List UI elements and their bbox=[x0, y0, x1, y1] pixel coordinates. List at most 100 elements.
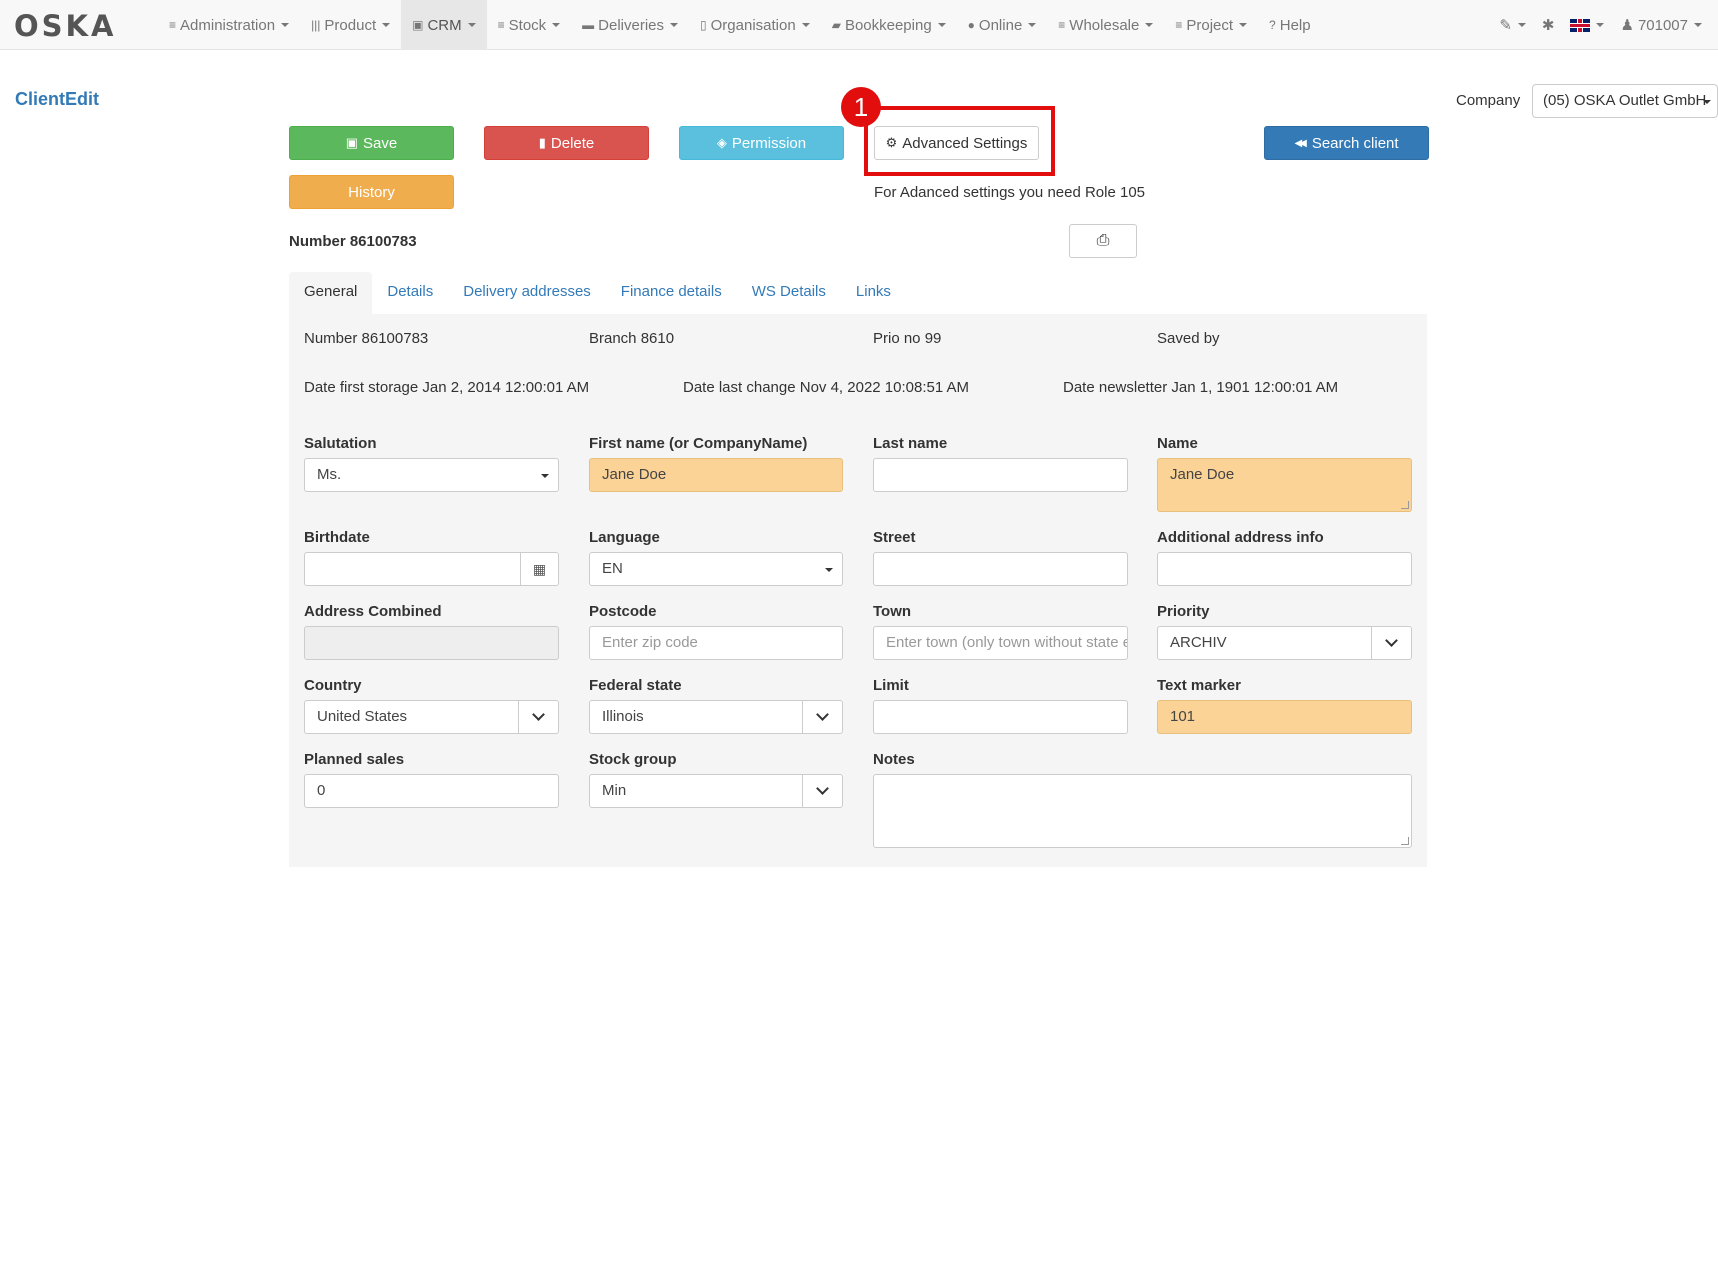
birthdate-input[interactable]: ▦ bbox=[304, 552, 559, 586]
planned-sales-value: 0 bbox=[317, 782, 326, 799]
menu-organisation[interactable]: ▯ Organisation bbox=[689, 0, 821, 50]
search-client-button[interactable]: ◀◀ Search client bbox=[1264, 126, 1429, 160]
menu-list-icon: ≡ bbox=[1058, 18, 1066, 32]
name-textarea[interactable]: Jane Doe bbox=[1157, 458, 1412, 512]
country-label: Country bbox=[304, 677, 362, 694]
menu-stock[interactable]: ≡ Stock bbox=[487, 0, 572, 50]
stock-group-select[interactable]: Min bbox=[589, 774, 843, 808]
address-combined-input bbox=[304, 626, 559, 660]
bug-icon: ✱ bbox=[1541, 17, 1555, 34]
first-name-label: First name (or CompanyName) bbox=[589, 435, 808, 452]
menu-label: Project bbox=[1186, 16, 1234, 34]
street-input[interactable] bbox=[873, 552, 1128, 586]
caret-down-icon bbox=[1694, 23, 1702, 27]
town-input[interactable]: Enter town (only town without state e bbox=[873, 626, 1128, 660]
name-label: Name bbox=[1157, 435, 1198, 452]
address-combined-label: Address Combined bbox=[304, 603, 442, 620]
permission-button[interactable]: ◈ Permission bbox=[679, 126, 844, 160]
menu-label: Wholesale bbox=[1069, 16, 1140, 34]
menu-label: Product bbox=[324, 16, 377, 34]
tools-menu[interactable]: ✎ bbox=[1491, 0, 1534, 50]
last-name-label: Last name bbox=[873, 435, 948, 452]
caret-down-icon bbox=[1596, 23, 1605, 27]
barcode-icon: ||| bbox=[311, 18, 321, 32]
floppy-icon: ▣ bbox=[345, 135, 359, 150]
user-menu[interactable]: ♟ 701007 bbox=[1612, 0, 1718, 50]
town-placeholder: Enter town (only town without state e bbox=[886, 634, 1128, 651]
caret-down-icon bbox=[1145, 23, 1154, 27]
menu-label: Online bbox=[978, 16, 1023, 34]
save-button[interactable]: ▣ Save bbox=[289, 126, 454, 160]
tab-ws-details[interactable]: WS Details bbox=[737, 272, 841, 314]
menu-deliveries[interactable]: ▬ Deliveries bbox=[571, 0, 689, 50]
chevron-down-icon bbox=[802, 701, 842, 733]
limit-input[interactable] bbox=[873, 700, 1128, 734]
question-icon: ? bbox=[1269, 18, 1276, 32]
country-select[interactable]: United States bbox=[304, 700, 559, 734]
planned-sales-label: Planned sales bbox=[304, 751, 405, 768]
additional-address-input[interactable] bbox=[1157, 552, 1412, 586]
calendar-icon[interactable]: ▦ bbox=[520, 553, 558, 585]
print-button[interactable]: ⎙ bbox=[1069, 224, 1137, 258]
caret-down-icon bbox=[825, 568, 833, 572]
uk-flag-icon bbox=[1570, 18, 1591, 32]
postcode-input[interactable]: Enter zip code bbox=[589, 626, 843, 660]
history-button[interactable]: History bbox=[289, 175, 454, 209]
tab-general[interactable]: General bbox=[289, 272, 373, 314]
tab-finance-details[interactable]: Finance details bbox=[606, 272, 737, 314]
federal-state-value: Illinois bbox=[602, 708, 644, 725]
tab-delivery-addresses[interactable]: Delivery addresses bbox=[448, 272, 606, 314]
menu-label: Organisation bbox=[710, 16, 796, 34]
eye-slash-icon: ◈ bbox=[716, 135, 727, 150]
company-select[interactable]: (05) OSKA Outlet GmbH bbox=[1532, 84, 1718, 118]
additional-address-label: Additional address info bbox=[1157, 529, 1324, 546]
first-name-input[interactable]: Jane Doe bbox=[589, 458, 843, 492]
first-name-value: Jane Doe bbox=[602, 466, 667, 483]
menu-wholesale[interactable]: ≡ Wholesale bbox=[1047, 0, 1164, 50]
salutation-select[interactable]: Ms. bbox=[304, 458, 559, 492]
menu-crm[interactable]: ▣ CRM bbox=[401, 0, 487, 50]
resize-grip-icon[interactable] bbox=[1401, 501, 1409, 509]
menu-project[interactable]: ≡ Project bbox=[1164, 0, 1258, 50]
caret-down-icon bbox=[1703, 100, 1711, 104]
menu-list-icon: ≡ bbox=[1175, 18, 1183, 32]
tab-links[interactable]: Links bbox=[841, 272, 906, 314]
brand-logo[interactable]: OSKA bbox=[14, 9, 116, 43]
menu-product[interactable]: ||| Product bbox=[300, 0, 401, 50]
delete-button[interactable]: ▮ Delete bbox=[484, 126, 649, 160]
priority-select[interactable]: ARCHIV bbox=[1157, 626, 1412, 660]
info-date-first-storage: Date first storage Jan 2, 2014 12:00:01 … bbox=[304, 379, 590, 396]
caret-down-icon bbox=[552, 23, 561, 27]
top-navbar: OSKA ≡ Administration ||| Product ▣ CRM … bbox=[0, 0, 1718, 50]
save-label: Save bbox=[363, 134, 398, 152]
notes-textarea[interactable] bbox=[873, 774, 1412, 848]
search-client-label: Search client bbox=[1311, 134, 1399, 152]
resize-grip-icon[interactable] bbox=[1401, 837, 1409, 845]
street-label: Street bbox=[873, 529, 916, 546]
language-menu[interactable] bbox=[1562, 0, 1612, 50]
menu-administration[interactable]: ≡ Administration bbox=[158, 0, 300, 50]
chevron-down-icon bbox=[1371, 627, 1411, 659]
text-marker-input[interactable]: 101 bbox=[1157, 700, 1412, 734]
bug-report-button[interactable]: ✱ bbox=[1534, 0, 1563, 50]
user-id: 701007 bbox=[1637, 16, 1688, 34]
federal-state-label: Federal state bbox=[589, 677, 682, 694]
caret-down-icon bbox=[1517, 23, 1526, 27]
company-value: (05) OSKA Outlet GmbH bbox=[1543, 92, 1707, 109]
contact-card-icon: ▣ bbox=[412, 18, 424, 32]
menu-bookkeeping[interactable]: ▰ Bookkeeping bbox=[821, 0, 957, 50]
tab-details[interactable]: Details bbox=[372, 272, 448, 314]
planned-sales-input[interactable]: 0 bbox=[304, 774, 559, 808]
history-label: History bbox=[348, 183, 395, 201]
menu-online[interactable]: ● Online bbox=[957, 0, 1048, 50]
last-name-input[interactable] bbox=[873, 458, 1128, 492]
caret-down-icon bbox=[281, 23, 290, 27]
menu-help[interactable]: ? Help bbox=[1258, 0, 1322, 50]
postcode-placeholder: Enter zip code bbox=[602, 634, 698, 651]
client-number: Number 86100783 bbox=[289, 233, 417, 250]
menu-label: CRM bbox=[427, 16, 462, 34]
caret-down-icon bbox=[1028, 23, 1037, 27]
name-value: Jane Doe bbox=[1170, 466, 1235, 483]
language-select[interactable]: EN bbox=[589, 552, 843, 586]
federal-state-select[interactable]: Illinois bbox=[589, 700, 843, 734]
